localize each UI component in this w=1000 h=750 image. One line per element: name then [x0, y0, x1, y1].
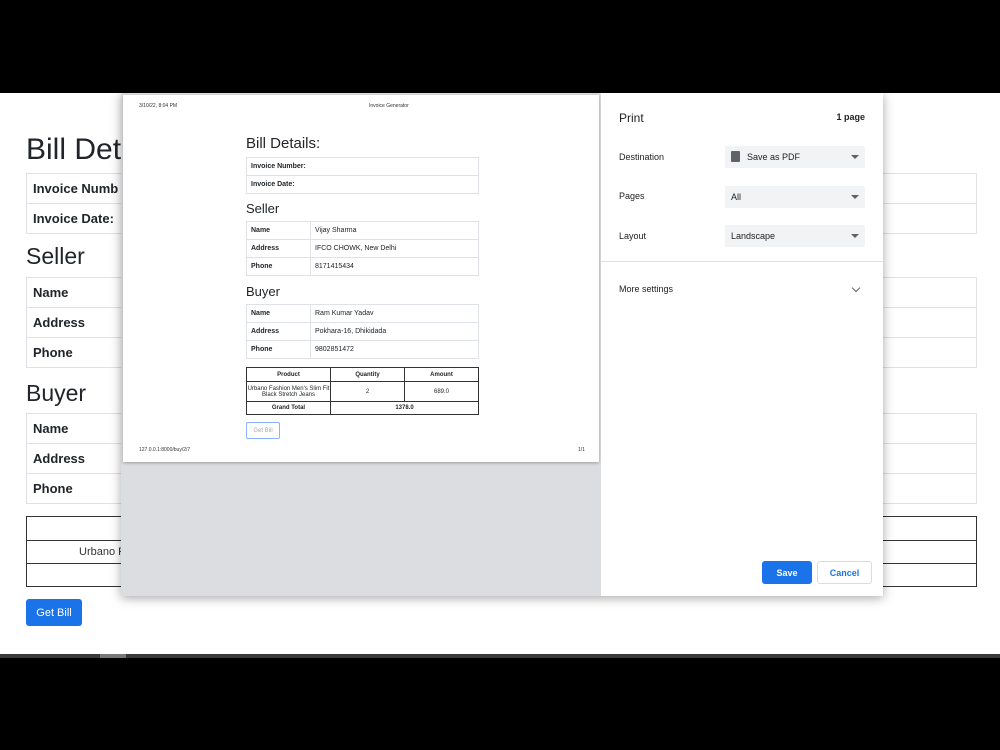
- table-row: Urbano Fashion Men's Slim Fit Black Stre…: [246, 381, 479, 402]
- preview-footer-url: 127.0.0.1:8000/buy/2/7: [139, 447, 191, 453]
- preview-buyer-table: Name Ram Kumar Yadav Address Pokhara-16, D…: [246, 304, 479, 359]
- preview-header-date: 3/10/22, 8:04 PM: [139, 103, 178, 109]
- product-quantity: 2: [330, 381, 405, 402]
- layout-label: Layout: [619, 231, 647, 241]
- print-preview-area: 3/10/22, 8:04 PM Invoice Generator Bill …: [121, 93, 601, 596]
- preview-invoice-number-label: Invoice Number:: [246, 157, 479, 176]
- print-settings-panel: Print 1 page Destination Save as PDF Pag…: [601, 93, 883, 596]
- screen: Bill Det Invoice Numb Invoice Date: Sell…: [0, 0, 1000, 750]
- document-icon: [731, 151, 740, 162]
- buyer-name: Ram Kumar Yadav: [310, 304, 479, 323]
- quantity-header: Quantity: [330, 367, 405, 382]
- preview-buyer-heading: Buyer: [246, 284, 280, 299]
- print-dialog: 3/10/22, 8:04 PM Invoice Generator Bill …: [121, 93, 883, 596]
- seller-heading: Seller: [26, 243, 85, 269]
- preview-invoice-date-label: Invoice Date:: [246, 175, 479, 194]
- pages-label: Pages: [619, 191, 645, 201]
- seller-name: Vijay Sharma: [310, 221, 479, 240]
- print-title: Print: [619, 111, 644, 125]
- product-partial-text: Urbano F: [79, 546, 125, 558]
- chevron-down-icon: [851, 195, 859, 199]
- preview-product-table: Product Quantity Amount Urbano Fashion M…: [246, 367, 479, 415]
- product-name: Urbano Fashion Men's Slim Fit Black Stre…: [246, 381, 331, 402]
- preview-header-title: Invoice Generator: [369, 103, 409, 109]
- expand-chevron-icon[interactable]: [851, 283, 861, 293]
- preview-invoice-table: Invoice Number: Invoice Date:: [246, 157, 479, 194]
- save-button[interactable]: Save: [762, 561, 812, 584]
- more-settings-toggle[interactable]: More settings: [619, 284, 673, 294]
- buyer-heading: Buyer: [26, 380, 87, 406]
- grand-total-row: Grand Total 1378.0: [246, 401, 479, 415]
- destination-select[interactable]: Save as PDF: [725, 146, 865, 168]
- pages-select[interactable]: All: [725, 186, 865, 208]
- settings-divider: [601, 261, 883, 262]
- buyer-address: Pokhara-16, Dhikidada: [310, 322, 479, 341]
- amount-header: Amount: [404, 367, 479, 382]
- preview-seller-table: Name Vijay Sharma Address IFCO CHOWK, New …: [246, 221, 479, 276]
- product-amount: 689.0: [404, 381, 479, 402]
- preview-get-bill-button: Get Bill: [246, 422, 280, 439]
- bill-details-heading: Bill Det: [26, 133, 122, 166]
- seller-phone: 8171415434: [310, 257, 479, 276]
- cancel-button[interactable]: Cancel: [817, 561, 872, 584]
- chevron-down-icon: [851, 155, 859, 159]
- preview-seller-heading: Seller: [246, 201, 280, 216]
- layout-select[interactable]: Landscape: [725, 225, 865, 247]
- destination-label: Destination: [619, 152, 665, 162]
- product-header: Product: [246, 367, 331, 382]
- grand-total-label: Grand Total: [246, 401, 331, 415]
- bottom-strip: [0, 654, 1000, 658]
- chevron-down-icon: [851, 234, 859, 238]
- preview-page: 3/10/22, 8:04 PM Invoice Generator Bill …: [123, 95, 599, 462]
- seller-address: IFCO CHOWK, New Delhi: [310, 239, 479, 258]
- get-bill-button[interactable]: Get Bill: [26, 599, 82, 626]
- page-count: 1 page: [836, 112, 865, 122]
- grand-total-value: 1378.0: [330, 401, 479, 415]
- buyer-phone: 9802851472: [310, 340, 479, 359]
- preview-bill-heading: Bill Details:: [246, 135, 321, 152]
- preview-footer-page: 1/1: [578, 447, 585, 453]
